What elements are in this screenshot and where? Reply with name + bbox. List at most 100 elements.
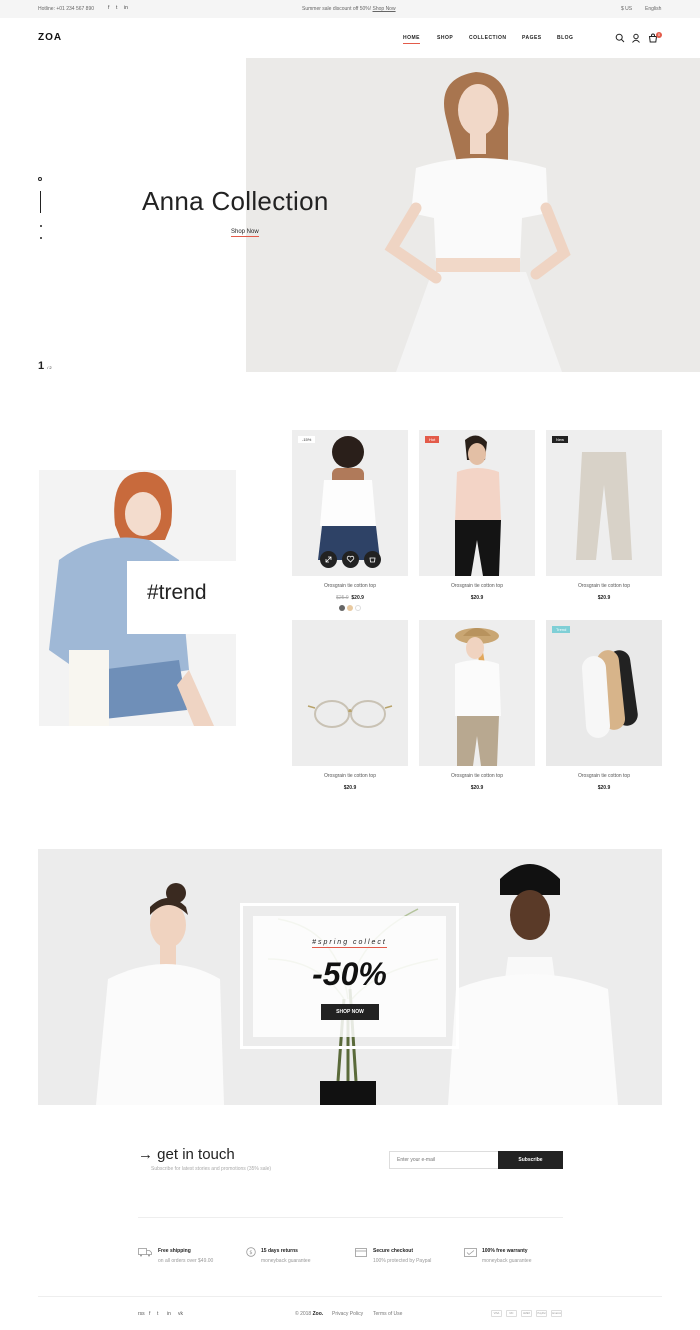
product-price: $20.9 [597,595,611,601]
product-card[interactable]: Orosgrain tie cotton top $20.9 [292,620,408,791]
feature-subtitle: on all orders over $49.00 [158,1258,214,1264]
cart-count-badge: 0 [656,32,662,38]
paypal-icon: PayPal [536,1310,547,1317]
terms-link[interactable]: Terms of Use [373,1311,402,1317]
trend-label: #trend [147,581,207,604]
product-price: $20.9 [343,785,357,791]
credit-card-icon [355,1248,367,1257]
linkedin-icon[interactable]: in [167,1311,171,1317]
product-price: $20.9 [597,785,611,791]
old-price: $25.9 [336,595,349,601]
discount-tag: -15% [298,436,316,443]
color-swatch-beige[interactable] [347,605,353,611]
email-input[interactable] [389,1151,499,1169]
amazon-icon: Amazon [551,1310,562,1317]
product-price: $20.9 [470,785,484,791]
footer-divider [38,1296,662,1297]
quick-view-button[interactable] [320,551,337,568]
header: ZOA HOME SHOP COLLECTION PAGES BLOG [0,18,700,60]
trend-tag: Trend [552,626,571,633]
svg-text:$: $ [249,1250,252,1256]
add-to-cart-button[interactable] [364,551,381,568]
nav-pages[interactable]: PAGES [522,35,542,41]
promo-box: #spring collect -50% SHOP NOW [253,916,446,1037]
product-card[interactable]: Orosgrain tie cotton top $20.9 [419,620,535,791]
slider-progress-line [40,191,41,213]
returns-icon: $ [246,1247,256,1257]
promo-shop-link[interactable]: Shop Now [373,6,396,12]
color-swatch-grey[interactable] [339,605,345,611]
product-image[interactable] [546,430,662,576]
expand-icon [325,556,332,563]
copyright: © 2018 Zoo. [295,1311,324,1317]
promo-text: Summer sale discount off 50%! Shop Now [302,6,396,12]
promo-kicker: #spring collect [312,939,387,948]
trend-label-box[interactable]: #trend [127,561,236,634]
feature-title: Secure checkout [373,1248,414,1254]
product-name[interactable]: Orosgrain tie cotton top [419,583,535,589]
feature-title: 15 days returns [261,1248,298,1254]
hero-title: Anna Collection [142,186,329,216]
twitter-icon[interactable]: t [116,5,117,11]
color-swatch-white[interactable] [355,605,361,611]
nav-blog[interactable]: BLOG [557,35,573,41]
facebook-icon[interactable]: f [108,5,109,11]
hero-shop-now-link[interactable]: Shop Now [231,229,259,237]
visa-icon: VISA [491,1310,502,1317]
bag-icon [369,557,376,563]
search-icon[interactable] [615,33,625,43]
product-card[interactable]: New Orosgrain tie cotton top $20.9 [546,430,662,601]
twitter-icon[interactable]: t [157,1311,158,1317]
product-card[interactable]: Hot Orosgrain tie cotton top $20.9 [419,430,535,601]
linkedin-icon[interactable]: in [124,5,128,11]
product-card[interactable]: -15% Orosgrain tie cotton top $25.9 $20.… [292,430,408,611]
feature-subtitle: moneyback guarantee [261,1258,311,1264]
hot-tag: Hot [425,436,440,443]
slider-dot-2[interactable] [40,225,42,227]
product-image[interactable] [292,620,408,766]
product-image[interactable] [419,620,535,766]
product-price: $20.9 [470,595,484,601]
product-name[interactable]: Orosgrain tie cotton top [419,773,535,779]
product-image[interactable] [546,620,662,766]
get-in-touch-title: → get in touch [138,1146,235,1163]
vk-icon[interactable]: vk [178,1311,183,1317]
subscribe-button[interactable]: Subscribe [498,1151,563,1169]
feature-title: Free shipping [158,1248,191,1254]
slider-dot-1[interactable] [38,177,42,181]
product-card[interactable]: Trend Orosgrain tie cotton top $20.9 [546,620,662,791]
wishlist-button[interactable] [342,551,359,568]
product-name[interactable]: Orosgrain tie cotton top [292,583,408,589]
current-price: $20.9 [351,595,364,601]
product-price: $25.9 $20.9 [292,595,408,601]
feature-subtitle: moneyback guarantee [482,1258,532,1264]
arrow-right-icon: → [138,1146,153,1163]
warranty-icon [464,1248,477,1257]
hotline-text: Hotline: +01 234 567 890 [38,6,95,12]
promo-shop-now-button[interactable]: SHOP NOW [321,1004,379,1020]
new-tag: New [552,436,569,443]
promo-discount: -50% [312,956,387,992]
mastercard-icon: MC [506,1310,517,1317]
nav-shop[interactable]: SHOP [437,35,453,41]
product-image[interactable] [419,430,535,576]
product-name[interactable]: Orosgrain tie cotton top [546,773,662,779]
logo[interactable]: ZOA [38,32,62,43]
language-selector[interactable]: English [645,6,661,12]
slider-dot-3[interactable] [40,237,42,239]
feature-title: 100% free warranty [482,1248,528,1254]
rss-icon[interactable]: rss [138,1311,145,1317]
product-name[interactable]: Orosgrain tie cotton top [546,583,662,589]
facebook-icon[interactable]: f [149,1311,150,1317]
truck-icon [138,1248,152,1257]
user-icon[interactable] [631,33,641,43]
amex-icon: AMEX [521,1310,532,1317]
hero-pager: 1 / 2 [38,360,52,372]
privacy-policy-link[interactable]: Privacy Policy [332,1311,363,1317]
currency-selector[interactable]: $ US [621,6,632,12]
divider [138,1217,563,1218]
feature-subtitle: 100% protected by Paypal [373,1258,432,1264]
nav-collection[interactable]: COLLECTION [469,35,507,41]
product-name[interactable]: Orosgrain tie cotton top [292,773,408,779]
nav-home[interactable]: HOME [403,35,420,44]
